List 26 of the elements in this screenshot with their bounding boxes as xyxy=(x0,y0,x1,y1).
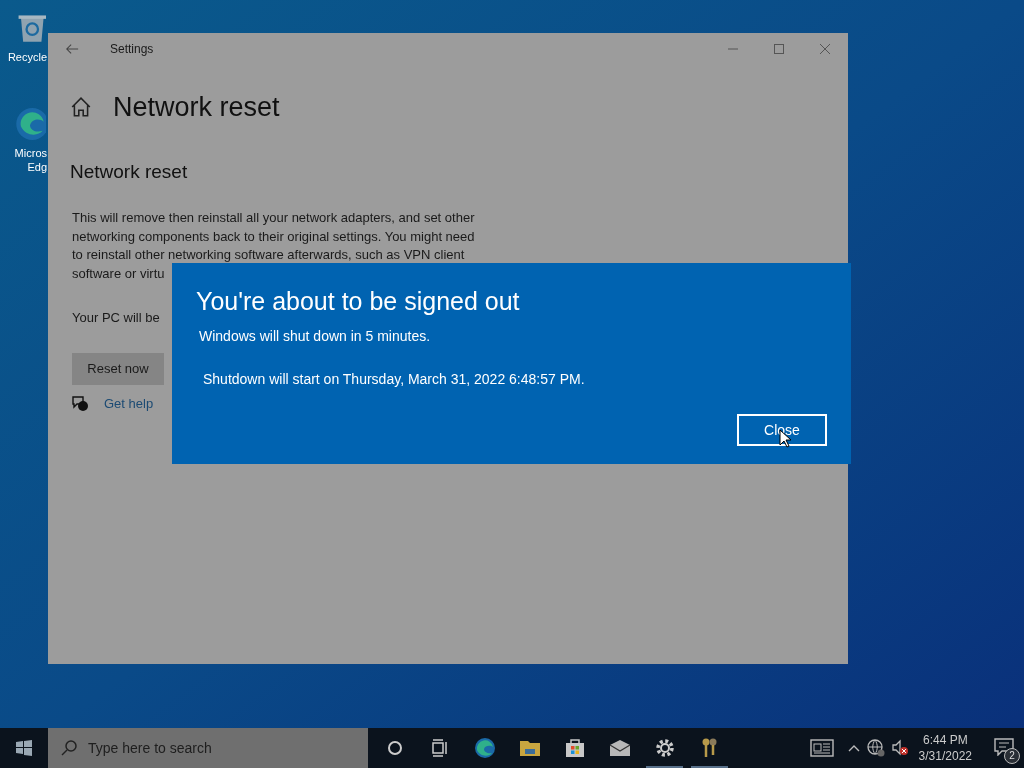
help-chat-icon[interactable] xyxy=(71,394,89,413)
clock-time[interactable]: 6:44 PM xyxy=(922,732,968,748)
dialog-title: You're about to be signed out xyxy=(196,286,520,316)
search-placeholder: Type here to search xyxy=(88,738,212,758)
desktop-icon-label[interactable]: Recycle xyxy=(7,50,47,64)
dialog-message: Windows will shut down in 5 minutes. xyxy=(199,327,431,346)
restart-note: Your PC will be xyxy=(72,309,160,327)
home-icon[interactable] xyxy=(70,96,92,119)
notification-count-badge: 2 xyxy=(1004,748,1020,764)
description-text: This will remove then reinstall all your network adapters, and set other networking components back to their original settings. You might need to reinstall other networking software afterwards, such as VPN client software or virtu xyxy=(72,209,475,283)
section-heading: Network reset xyxy=(70,159,189,184)
reset-now-button[interactable]: Reset now xyxy=(72,352,164,385)
globe-icon[interactable] xyxy=(866,739,885,757)
speaker-muted-icon[interactable] xyxy=(890,739,909,757)
window-title: Settings xyxy=(110,41,154,58)
chevron-up-icon[interactable] xyxy=(847,744,860,752)
desktop-icon-label[interactable]: Micros Edg xyxy=(14,146,47,174)
dialog-detail: Shutdown will start on Thursday, March 31, 2022 6:48:57 PM. xyxy=(203,370,585,389)
back-arrow-icon[interactable] xyxy=(65,42,79,56)
start-windows-icon[interactable] xyxy=(16,740,32,756)
page-title: Network reset xyxy=(113,91,280,124)
news-icon[interactable] xyxy=(809,739,834,757)
search-icon xyxy=(60,739,78,757)
browser-icon[interactable] xyxy=(472,736,497,760)
clock-date[interactable]: 3/31/2022 xyxy=(918,748,972,764)
close-button[interactable]: Close xyxy=(737,414,827,446)
